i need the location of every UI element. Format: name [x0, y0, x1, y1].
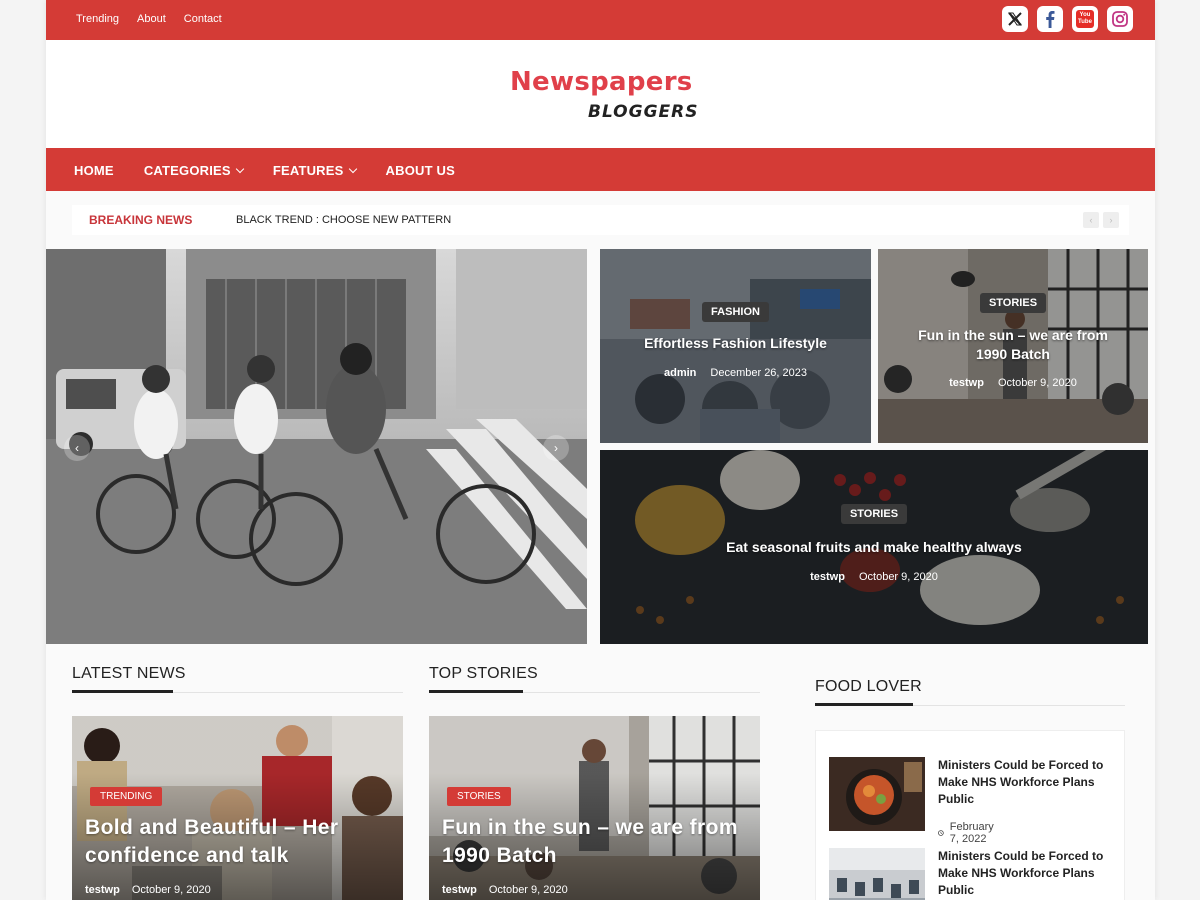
card-date: October 9, 2020: [488, 884, 568, 896]
breaking-news-bar: BREAKING NEWS BLACK TREND : CHOOSE NEW P…: [72, 205, 1129, 235]
site-header: Newspapers BLOGGERS: [46, 40, 1155, 148]
main-nav: HOME CATEGORIES FEATURES ABOUT US: [46, 148, 1155, 191]
top-link-trending[interactable]: Trending: [76, 13, 119, 25]
tile-category-tag[interactable]: STORIES: [979, 293, 1047, 313]
breaking-next-button[interactable]: ›: [1103, 212, 1119, 228]
chevron-down-icon: [348, 164, 357, 174]
food-item-date-text: February 7, 2022: [949, 821, 994, 845]
featured-tile-fashion[interactable]: FASHION Effortless Fashion Lifestyle adm…: [600, 249, 871, 443]
breaking-news-label: BREAKING NEWS: [89, 213, 193, 227]
tile-date: October 9, 2020: [997, 377, 1077, 389]
food-lover-list: Ministers Could be Forced to Make NHS Wo…: [815, 730, 1125, 900]
clock-icon: [938, 830, 944, 836]
top-links: Trending About Contact: [76, 13, 222, 25]
logo-title[interactable]: Newspapers: [510, 67, 693, 97]
card-date: October 9, 2020: [131, 884, 211, 896]
breaking-news-headline[interactable]: BLACK TREND : CHOOSE NEW PATTERN: [236, 214, 451, 226]
tile-author[interactable]: admin: [664, 367, 696, 379]
food-photo: [829, 757, 925, 831]
breaking-prev-button[interactable]: ‹: [1083, 212, 1099, 228]
tile-title[interactable]: Eat seasonal fruits and make healthy alw…: [600, 538, 1148, 557]
top-bar: Trending About Contact You Tube: [46, 0, 1155, 40]
latest-news-heading: LATEST NEWS: [72, 665, 186, 682]
nav-home-label: HOME: [74, 163, 114, 178]
featured-tile-food[interactable]: STORIES Eat seasonal fruits and make hea…: [600, 450, 1148, 644]
nav-about[interactable]: ABOUT US: [386, 163, 456, 178]
nav-features[interactable]: FEATURES: [272, 163, 357, 178]
instagram-icon[interactable]: [1107, 6, 1133, 32]
top-stories-heading: TOP STORIES: [429, 665, 538, 682]
youtube-text-tube: Tube: [1078, 19, 1092, 25]
chevron-down-icon: [235, 164, 245, 174]
logo-subtitle[interactable]: BLOGGERS: [588, 102, 699, 122]
food-item-date: February 7, 2022: [938, 821, 998, 845]
slider-next-button[interactable]: ›: [543, 435, 569, 461]
page: Trending About Contact You Tube Newspaper…: [46, 0, 1155, 900]
tile-title[interactable]: Effortless Fashion Lifestyle: [600, 334, 871, 353]
nav-home[interactable]: HOME: [74, 163, 114, 178]
tile-date: October 9, 2020: [858, 571, 938, 583]
tile-date: December 26, 2023: [710, 367, 808, 379]
tile-category-tag[interactable]: STORIES: [840, 504, 908, 524]
food-thumbnail[interactable]: [829, 848, 925, 900]
nav-about-label: ABOUT US: [385, 163, 456, 178]
tile-author[interactable]: testwp: [810, 571, 845, 583]
food-thumbnail[interactable]: [829, 757, 925, 831]
x-icon[interactable]: [1002, 6, 1028, 32]
youtube-icon[interactable]: You Tube: [1072, 6, 1098, 32]
facebook-icon[interactable]: [1037, 6, 1063, 32]
tile-author[interactable]: testwp: [949, 377, 984, 389]
top-stories-underline: [429, 690, 523, 693]
slider-prev-button[interactable]: ‹: [64, 435, 90, 461]
featured-slider[interactable]: ‹ ›: [46, 249, 587, 644]
food-lover-heading: FOOD LOVER: [815, 678, 922, 695]
nav-categories-label: CATEGORIES: [143, 163, 231, 178]
office-photo: [829, 848, 925, 900]
card-author[interactable]: testwp: [85, 884, 120, 896]
food-lover-underline: [815, 703, 913, 706]
nav-categories[interactable]: CATEGORIES: [143, 163, 245, 178]
top-link-contact[interactable]: Contact: [184, 13, 222, 25]
latest-news-card[interactable]: TRENDING Bold and Beautiful – Her confid…: [72, 716, 403, 900]
latest-news-underline: [72, 690, 173, 693]
top-stories-card[interactable]: STORIES Fun in the sun – we are from 199…: [429, 716, 760, 900]
card-title[interactable]: Fun in the sun – we are from 1990 Batch: [442, 814, 742, 870]
tile-category-tag[interactable]: FASHION: [702, 302, 769, 322]
youtube-logo: You Tube: [1076, 10, 1094, 28]
tile-title[interactable]: Fun in the sun – we are from 1990 Batch: [904, 326, 1122, 364]
youtube-text-you: You: [1079, 12, 1091, 18]
food-item-title[interactable]: Ministers Could be Forced to Make NHS Wo…: [938, 848, 1108, 899]
card-author[interactable]: testwp: [442, 884, 477, 896]
card-category-tag[interactable]: TRENDING: [90, 787, 163, 806]
top-link-about[interactable]: About: [137, 13, 166, 25]
card-category-tag[interactable]: STORIES: [447, 787, 511, 806]
food-item-title[interactable]: Ministers Could be Forced to Make NHS Wo…: [938, 757, 1108, 808]
nav-features-label: FEATURES: [272, 163, 344, 178]
featured-tile-stories[interactable]: STORIES Fun in the sun – we are from 199…: [878, 249, 1148, 443]
social-links: You Tube: [1002, 6, 1133, 32]
street-photo: [46, 249, 587, 644]
card-title[interactable]: Bold and Beautiful – Her confidence and …: [85, 814, 385, 870]
